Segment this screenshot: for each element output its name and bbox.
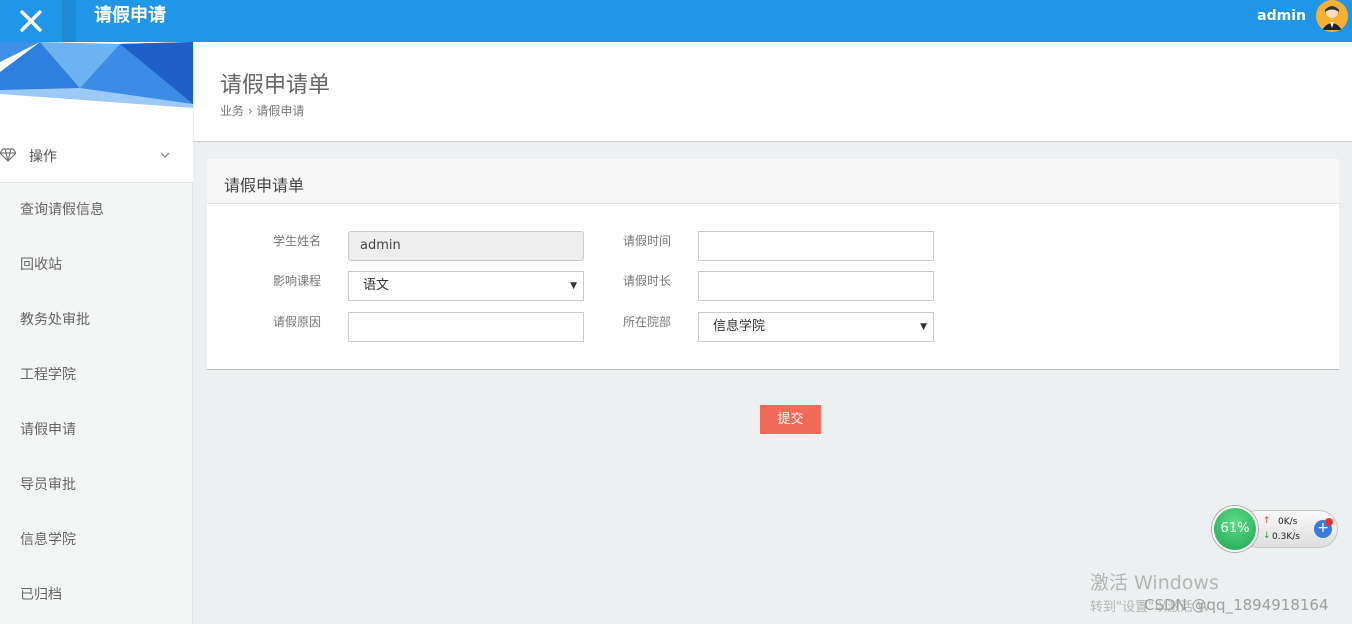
- upload-arrow-icon: ↑: [1263, 516, 1271, 526]
- sidebar-item-query-leave[interactable]: 查询请假信息: [0, 183, 193, 238]
- student-name-field: admin: [348, 231, 584, 261]
- duration-input[interactable]: [698, 271, 934, 301]
- panel-title: 请假申请单: [224, 176, 305, 195]
- memory-usage-indicator[interactable]: 61%: [1212, 506, 1258, 552]
- sidebar-item-academic-approval[interactable]: 教务处审批: [0, 293, 193, 348]
- download-arrow-icon: ↓: [1263, 531, 1271, 541]
- close-icon: [20, 10, 42, 32]
- upload-speed: 0K/s: [1278, 517, 1298, 527]
- section-label: 操作: [29, 149, 57, 165]
- close-menu-button[interactable]: [0, 0, 62, 42]
- notification-dot: [1325, 518, 1333, 526]
- leave-time-label: 请假时间: [623, 234, 672, 248]
- sidebar: 操作 查询请假信息 回收站 教务处审批 工程学院 请假申请 导员审批 信息学院 …: [0, 42, 193, 624]
- sidebar-item-counselor-approval[interactable]: 导员审批: [0, 458, 193, 513]
- sidebar-item-engineering-college[interactable]: 工程学院: [0, 348, 193, 403]
- dropdown-arrow-icon: ▼: [920, 322, 927, 332]
- windows-activation-watermark: 激活 Windows: [1090, 572, 1219, 594]
- student-name-label: 学生姓名: [273, 234, 322, 248]
- chevron-down-icon[interactable]: [160, 150, 170, 160]
- user-avatar-icon: [1316, 0, 1348, 32]
- college-select[interactable]: 信息学院 ▼: [698, 312, 934, 342]
- reason-input[interactable]: [348, 312, 584, 342]
- page-header: 请假申请单 业务 › 请假申请: [194, 42, 1352, 142]
- topbar-separator: [62, 0, 76, 42]
- duration-label: 请假时长: [623, 274, 672, 288]
- csdn-watermark: CSDN @qq_1894918164: [1144, 596, 1329, 614]
- reason-label: 请假原因: [273, 315, 322, 329]
- top-bar: 请假申请 admin: [0, 0, 1352, 42]
- college-select-value: 信息学院: [713, 319, 766, 334]
- page-title: 请假申请单: [220, 73, 331, 98]
- leave-time-input[interactable]: [698, 231, 934, 261]
- course-select-value: 语文: [363, 278, 390, 293]
- sidebar-section-operations[interactable]: 操作: [0, 128, 193, 183]
- diamond-icon: [0, 148, 16, 162]
- user-name[interactable]: admin: [1257, 0, 1306, 32]
- sidebar-item-info-college[interactable]: 信息学院: [0, 513, 193, 568]
- avatar[interactable]: [1316, 0, 1348, 32]
- banner-graphic: [0, 42, 193, 108]
- download-speed: 0.3K/s: [1272, 532, 1300, 542]
- network-speed-widget[interactable]: 61% ↑ 0K/s ↓ 0.3K/s +: [1212, 506, 1338, 552]
- college-label: 所在院部: [623, 315, 672, 329]
- course-select[interactable]: 语文 ▼: [348, 271, 584, 301]
- submit-button[interactable]: 提交: [760, 405, 821, 434]
- sidebar-item-archived[interactable]: 已归档: [0, 568, 193, 623]
- breadcrumb: 业务 › 请假申请: [220, 104, 305, 118]
- leave-form-panel: 请假申请单 学生姓名 admin 影响课程 语文 ▼ 请假原因 请假时间 请假时…: [207, 159, 1339, 370]
- sidebar-item-leave-application[interactable]: 请假申请: [0, 403, 193, 458]
- sidebar-banner: [0, 42, 193, 128]
- sidebar-item-recycle-bin[interactable]: 回收站: [0, 238, 193, 293]
- app-title: 请假申请: [94, 5, 166, 26]
- dropdown-arrow-icon: ▼: [570, 281, 577, 291]
- course-label: 影响课程: [273, 274, 322, 288]
- panel-header: 请假申请单: [207, 159, 1339, 204]
